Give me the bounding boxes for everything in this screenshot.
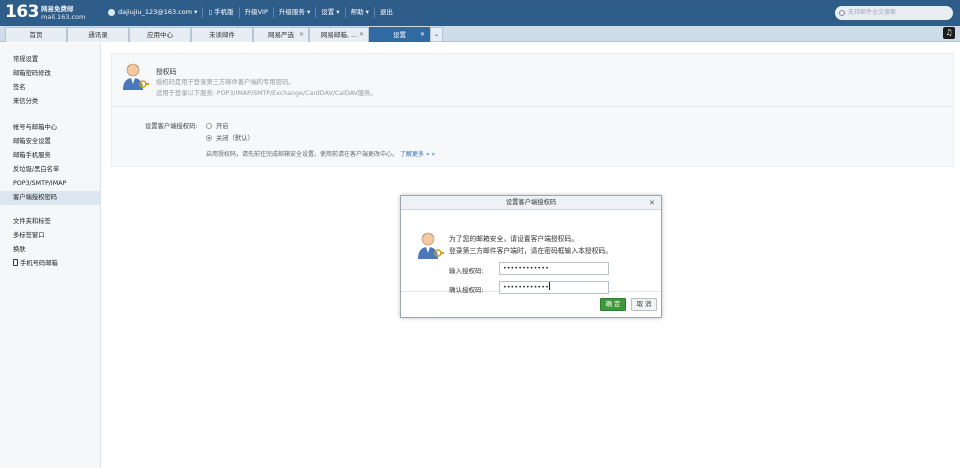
dialog-message-2: 登录第三方邮件客户端时，请在密码框输入本授权码。 bbox=[449, 247, 613, 255]
tab-bar: 首页 通讯录 应用中心 未读邮件 网易严选 ✕ 网易邮箱, ... ✕ 设置 ✕ ⌄ bbox=[0, 26, 960, 42]
auth-code-panel: 授权码 授权码是用于登录第三方邮件客户端的专用密码。 适用于登录以下服务: PO… bbox=[111, 53, 954, 167]
close-icon[interactable]: ✕ bbox=[359, 28, 364, 42]
panel-description: 授权码是用于登录第三方邮件客户端的专用密码。 适用于登录以下服务: POP3/I… bbox=[156, 79, 377, 97]
logo[interactable]: 163 网易免费邮 mail.163.com bbox=[5, 3, 85, 21]
sidebar-item-signature[interactable]: 签名 bbox=[0, 81, 100, 95]
radio-button-selected[interactable] bbox=[206, 134, 212, 141]
user-key-icon bbox=[418, 232, 444, 259]
sidebar-item-client-auth[interactable]: 客户端授权密码 bbox=[0, 191, 100, 205]
tab-settings[interactable]: 设置 ✕ bbox=[369, 27, 430, 42]
account-icon bbox=[108, 9, 115, 16]
dialog-body: 为了您的邮箱安全，请设置客户端授权码。 登录第三方邮件客户端时，请在密码框输入本… bbox=[401, 210, 661, 294]
setting-label: 设置客户端授权码: bbox=[145, 123, 198, 130]
nav-upgrade[interactable]: 升级服务 ▾ bbox=[274, 7, 317, 18]
close-icon[interactable]: ✕ bbox=[649, 196, 655, 210]
sidebar-item-folders[interactable]: 文件夹和标签 bbox=[0, 215, 100, 229]
auth-code-input[interactable]: •••••••••••• bbox=[499, 262, 609, 275]
divider bbox=[112, 106, 953, 107]
confirm-button[interactable]: 确 定 bbox=[600, 298, 626, 311]
auth-code-label: 输入授权码: bbox=[449, 267, 484, 275]
logo-title: 网易免费邮 bbox=[41, 5, 74, 13]
tab-mail-promo[interactable]: 网易邮箱, ... ✕ bbox=[309, 27, 369, 42]
search-icon bbox=[839, 10, 845, 16]
sidebar-item-general[interactable]: 常规设置 bbox=[0, 53, 100, 67]
dialog-title: 设置客户端授权码 bbox=[505, 199, 557, 206]
sidebar-item-multi-tab[interactable]: 多标签窗口 bbox=[0, 229, 100, 243]
confirm-auth-code-label: 确认授权码: bbox=[449, 286, 484, 294]
nav-help[interactable]: 帮助 ▾ bbox=[346, 7, 375, 18]
learn-more-link[interactable]: 了解更多 » » bbox=[400, 151, 435, 158]
sidebar-item-phone-mail[interactable]: 手机号码邮箱 bbox=[0, 257, 100, 271]
settings-sidebar: 常规设置 邮箱密码修改 签名 来信分类 帐号与邮箱中心 邮箱安全设置 邮箱手机服… bbox=[0, 43, 101, 468]
top-bar: 163 网易免费邮 mail.163.com dajiujiu_123@163.… bbox=[0, 0, 960, 26]
panel-note: 启用授权码，请先前往完成邮箱安全设置。使用前请在客户端更改中心。 了解更多 » … bbox=[206, 151, 436, 158]
nav-vip[interactable]: 升级VIP bbox=[240, 7, 274, 18]
tab-unread[interactable]: 未读邮件 bbox=[191, 27, 253, 42]
sidebar-item-skin[interactable]: 换肤 bbox=[0, 243, 100, 257]
set-auth-code-dialog: 设置客户端授权码 ✕ 为了您的邮箱安全，请设置客户端授权码。 登录第三方邮件客户… bbox=[400, 195, 662, 318]
nav-settings[interactable]: 设置 ▾ bbox=[316, 7, 346, 18]
tab-home[interactable]: 首页 bbox=[5, 27, 67, 42]
dialog-header: 设置客户端授权码 ✕ bbox=[401, 196, 661, 210]
radio-disable[interactable]: 关闭（默认） bbox=[206, 133, 254, 142]
sidebar-item-account-center[interactable]: 帐号与邮箱中心 bbox=[0, 121, 100, 135]
tab-more-chevron-icon[interactable]: ⌄ bbox=[430, 27, 443, 42]
nav-logout[interactable]: 退出 bbox=[375, 7, 398, 18]
user-key-icon bbox=[123, 63, 149, 90]
logo-domain: mail.163.com bbox=[41, 13, 86, 21]
tab-yanxuan[interactable]: 网易严选 ✕ bbox=[253, 27, 309, 42]
sidebar-item-mobile-service[interactable]: 邮箱手机服务 bbox=[0, 149, 100, 163]
nav-mobile[interactable]: ▯ 手机版 bbox=[203, 7, 240, 18]
sidebar-item-password[interactable]: 邮箱密码修改 bbox=[0, 67, 100, 81]
panel-title: 授权码 bbox=[156, 68, 177, 76]
dialog-message-1: 为了您的邮箱安全，请设置客户端授权码。 bbox=[449, 235, 579, 243]
sidebar-item-pop3[interactable]: POP3/SMTP/IMAP bbox=[0, 177, 100, 191]
tab-contacts[interactable]: 通讯录 bbox=[67, 27, 129, 42]
account-menu[interactable]: dajiujiu_123@163.com ▾ bbox=[103, 7, 204, 18]
confirm-auth-code-input[interactable]: •••••••••••• bbox=[499, 281, 609, 294]
search-input[interactable]: 支持邮件全文搜索 bbox=[835, 6, 953, 20]
phone-icon bbox=[13, 259, 18, 266]
close-icon[interactable]: ✕ bbox=[420, 28, 425, 42]
top-nav: dajiujiu_123@163.com ▾ ▯ 手机版 升级VIP 升级服务 … bbox=[103, 7, 398, 18]
tab-apps[interactable]: 应用中心 bbox=[129, 27, 191, 42]
account-name: dajiujiu_123@163.com bbox=[118, 8, 193, 16]
logo-number: 163 bbox=[5, 2, 40, 22]
sidebar-item-antispam[interactable]: 反垃圾/黑白名单 bbox=[0, 163, 100, 177]
close-icon[interactable]: ✕ bbox=[299, 28, 304, 42]
sidebar-item-mail-rules[interactable]: 来信分类 bbox=[0, 95, 100, 109]
radio-enable[interactable]: 开启 bbox=[206, 121, 229, 130]
search-placeholder: 支持邮件全文搜索 bbox=[848, 9, 897, 16]
cancel-button[interactable]: 取 消 bbox=[631, 298, 657, 311]
sidebar-item-security[interactable]: 邮箱安全设置 bbox=[0, 135, 100, 149]
chevron-down-icon: ▾ bbox=[192, 8, 198, 16]
radio-button[interactable] bbox=[206, 122, 212, 129]
music-icon[interactable]: ♫ bbox=[943, 27, 955, 39]
text-caret bbox=[549, 282, 551, 290]
